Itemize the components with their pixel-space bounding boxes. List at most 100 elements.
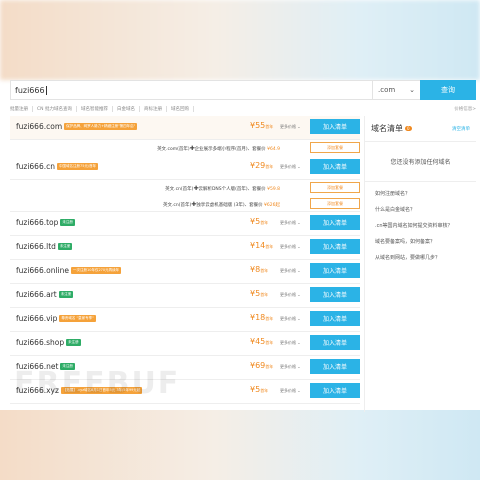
bottom-background [0, 410, 480, 480]
faq-link[interactable]: 从域名到网站，要做哪几步？ [375, 254, 466, 261]
add-bundle-button[interactable]: 添加套餐 [310, 142, 360, 153]
price-unit: 首年 [260, 220, 269, 225]
domain-name: fuzi666.com [16, 122, 63, 131]
domain-name-cell: fuzi666.com 保护品牌、网罗人脉力+精细注册"第四年启" [16, 122, 138, 131]
add-to-list-button[interactable]: 加入清单 [310, 263, 360, 278]
suffix-value: .com [378, 86, 396, 94]
more-prices-label: 更多价格 [280, 164, 296, 169]
price-info-link[interactable]: 价格信息> [454, 106, 476, 112]
bundle-price: ¥64.9 [267, 147, 280, 152]
bundle-price: ¥59.8 [267, 187, 280, 192]
price-unit: 首年 [265, 340, 274, 345]
price-unit: 首年 [260, 292, 269, 297]
cart-header: 域名清单 0 清空清单 [365, 116, 476, 142]
domain-row: fuzi666.ltd 未注册 ¥14首年 更多价格 ⌄ 加入清单 [10, 236, 360, 260]
domain-name-cell: fuzi666.online 一次注册10年仅270元再续年 [16, 266, 122, 275]
more-prices-link[interactable]: 更多价格 ⌄ [280, 340, 301, 346]
chevron-down-icon: ⌄ [297, 268, 301, 273]
chevron-down-icon: ⌄ [297, 316, 301, 321]
domain-name: fuzi666.top [16, 218, 59, 227]
add-to-list-button[interactable]: 加入清单 [310, 335, 360, 350]
more-prices-link[interactable]: 更多价格 ⌄ [280, 292, 301, 298]
price: ¥45首年 [250, 337, 273, 346]
promo-badge: 一次注册10年仅270元再续年 [71, 267, 122, 274]
subnav-item-buyback[interactable]: 域名回购 [167, 106, 194, 112]
status-badge: 未注册 [58, 291, 74, 298]
clear-cart-link[interactable]: 清空清单 [452, 126, 470, 132]
price-unit: 首年 [265, 244, 274, 249]
more-prices-label: 更多价格 [280, 316, 296, 321]
subnav-item-platinum[interactable]: 白金域名 [113, 106, 140, 112]
domain-row: fuzi666.com 保护品牌、网罗人脉力+精细注册"第四年启" ¥55首年 … [10, 116, 360, 140]
price: ¥14首年 [250, 241, 273, 250]
subnav-item-bulk-register[interactable]: 批量注册 [10, 106, 33, 112]
domain-results-list: fuzi666.com 保护品牌、网罗人脉力+精细注册"第四年启" ¥55首年 … [10, 116, 360, 404]
suffix-select[interactable]: .com ⌄ [372, 80, 420, 100]
add-to-list-button[interactable]: 加入清单 [310, 239, 360, 254]
subnav-item-trademark[interactable]: 商标注册 [140, 106, 167, 112]
add-bundle-button[interactable]: 添加套餐 [310, 198, 360, 209]
more-prices-link[interactable]: 更多价格 ⌄ [280, 220, 301, 226]
faq-link[interactable]: 什么是白金域名？ [375, 206, 466, 213]
more-prices-label: 更多价格 [280, 388, 296, 393]
price-value: ¥5 [250, 289, 261, 298]
price-value: ¥5 [250, 217, 261, 226]
domain-name-cell: fuzi666.cn 中国域名注册75元/首年 [16, 162, 99, 171]
more-prices-label: 更多价格 [280, 340, 296, 345]
more-prices-link[interactable]: 更多价格 ⌄ [280, 316, 301, 322]
chevron-down-icon: ⌄ [297, 220, 301, 225]
price-value: ¥45 [250, 337, 266, 346]
faq-link[interactable]: 域名要备案吗，如何备案？ [375, 238, 466, 245]
add-to-list-button[interactable]: 加入清单 [310, 383, 360, 398]
promo-badge: 中国域名注册75元/首年 [57, 163, 99, 170]
price-value: ¥5 [250, 385, 261, 394]
domain-row: fuzi666.art 未注册 ¥5首年 更多价格 ⌄ 加入清单 [10, 284, 360, 308]
price: ¥29首年 [250, 161, 273, 170]
add-to-list-button[interactable]: 加入清单 [310, 287, 360, 302]
add-bundle-button[interactable]: 添加套餐 [310, 182, 360, 193]
more-prices-label: 更多价格 [280, 244, 296, 249]
domain-name: fuzi666.vip [16, 314, 58, 323]
add-to-list-button[interactable]: 加入清单 [310, 119, 360, 134]
status-badge: 未注册 [60, 219, 75, 226]
top-background [0, 0, 480, 80]
chevron-down-icon: ⌄ [297, 124, 301, 129]
price: ¥5首年 [250, 289, 268, 298]
faq-link[interactable]: .cn等国内域名如何提交资料审核？ [375, 222, 466, 229]
search-input[interactable]: fuzi666 [10, 80, 372, 100]
add-to-list-button[interactable]: 加入清单 [310, 159, 360, 174]
promo-badge: 保护品牌、网罗人脉力+精细注册"第四年启" [64, 123, 138, 130]
add-to-list-button[interactable]: 加入清单 [310, 215, 360, 230]
add-to-list-button[interactable]: 加入清单 [310, 311, 360, 326]
more-prices-label: 更多价格 [280, 292, 296, 297]
more-prices-link[interactable]: 更多价格 ⌄ [280, 164, 301, 170]
domain-name-cell: fuzi666.vip 尊贵域名 "皇家专享" [16, 314, 96, 323]
more-prices-label: 更多价格 [280, 220, 296, 225]
chevron-down-icon: ⌄ [297, 388, 301, 393]
domain-name: fuzi666.ltd [16, 242, 56, 251]
cart-empty-message: 您还没有添加任何域名 [365, 142, 476, 182]
more-prices-link[interactable]: 更多价格 ⌄ [280, 244, 301, 250]
domain-name-cell: fuzi666.art 未注册 [16, 290, 74, 299]
status-badge: 未注册 [66, 339, 81, 346]
chevron-down-icon: ⌄ [297, 340, 301, 345]
subnav-item-cn-query[interactable]: CN 批力域名查询 [33, 106, 77, 112]
sub-navigation: 批量注册 CN 批力域名查询 域名智能推荐 白金域名 商标注册 域名回购 价格信… [10, 104, 476, 114]
bundle-price: ¥626起 [264, 203, 280, 208]
more-prices-link[interactable]: 更多价格 ⌄ [280, 124, 301, 130]
chevron-down-icon: ⌄ [297, 244, 301, 249]
bundle-base: 英文.cn(首年) [162, 203, 192, 208]
domain-name: fuzi666.online [16, 266, 69, 275]
price: ¥18首年 [250, 313, 273, 322]
more-prices-link[interactable]: 更多价格 ⌄ [280, 268, 301, 274]
subnav-item-recommend[interactable]: 域名智能推荐 [77, 106, 113, 112]
bundle-row: 英文.cn(首年)✚云解析DNS个人版(首年)、套餐价 ¥59.8 添加套餐 [10, 180, 360, 196]
faq-link[interactable]: 如何注册域名？ [375, 190, 466, 197]
price-unit: 首年 [265, 124, 274, 129]
domain-row: fuzi666.online 一次注册10年仅270元再续年 ¥8首年 更多价格… [10, 260, 360, 284]
search-button[interactable]: 查询 [420, 80, 476, 100]
chevron-down-icon: ⌄ [297, 164, 301, 169]
more-prices-link[interactable]: 更多价格 ⌄ [280, 364, 301, 370]
more-prices-link[interactable]: 更多价格 ⌄ [280, 388, 301, 394]
add-to-list-button[interactable]: 加入清单 [310, 359, 360, 374]
